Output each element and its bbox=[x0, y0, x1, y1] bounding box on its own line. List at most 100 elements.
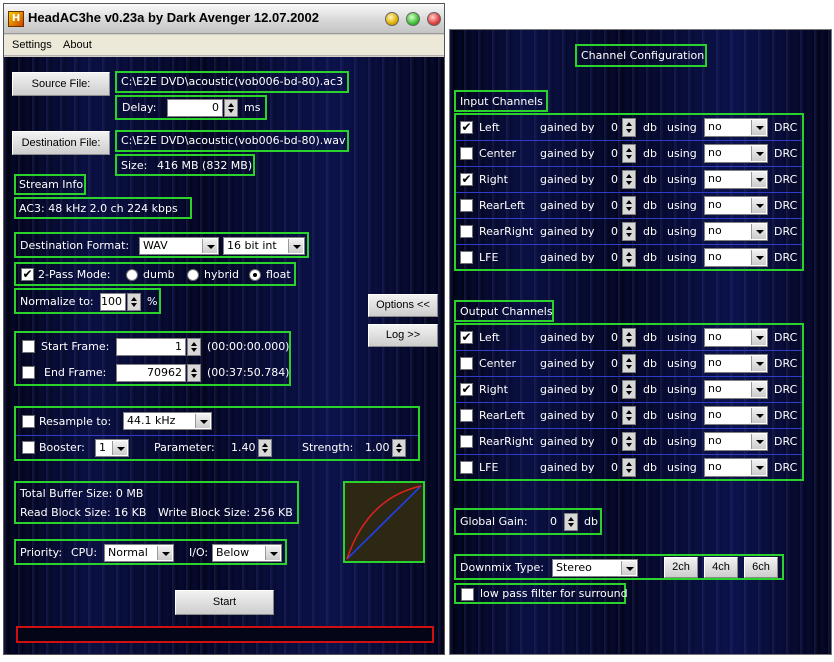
channel-using-select[interactable]: no bbox=[704, 222, 768, 241]
end-frame-input[interactable]: 70962 bbox=[116, 364, 186, 382]
channel-using-select[interactable]: no bbox=[704, 196, 768, 215]
source-file-button[interactable]: Source File: bbox=[12, 72, 110, 96]
channel-using-select[interactable]: no bbox=[704, 118, 768, 137]
channel-checkbox[interactable] bbox=[460, 199, 473, 212]
chevron-down-icon[interactable] bbox=[751, 120, 766, 135]
start-button[interactable]: Start bbox=[175, 590, 274, 615]
start-frame-checkbox[interactable] bbox=[22, 340, 35, 353]
cpu-priority-select[interactable]: Normal bbox=[104, 544, 174, 562]
channel-using-select[interactable]: no bbox=[704, 144, 768, 163]
chevron-down-icon[interactable] bbox=[265, 546, 280, 560]
channel-checkbox[interactable]: ✔ bbox=[460, 121, 473, 134]
channel-gain-spinner[interactable] bbox=[622, 222, 636, 241]
normalize-input[interactable]: 100 bbox=[100, 293, 126, 311]
chevron-down-icon[interactable] bbox=[751, 330, 766, 345]
chevron-down-icon[interactable] bbox=[751, 250, 766, 265]
end-frame-checkbox[interactable] bbox=[22, 366, 35, 379]
chevron-down-icon[interactable] bbox=[751, 356, 766, 371]
minimize-button[interactable] bbox=[385, 12, 399, 26]
resample-checkbox[interactable] bbox=[22, 415, 35, 428]
delay-spinner[interactable] bbox=[224, 99, 238, 117]
db-label: db bbox=[643, 121, 657, 134]
downmix-2ch-button[interactable]: 2ch bbox=[664, 557, 698, 578]
close-button[interactable] bbox=[427, 12, 441, 26]
progress-bar bbox=[16, 626, 434, 643]
hybrid-radio[interactable] bbox=[187, 269, 199, 281]
end-frame-spinner[interactable] bbox=[187, 364, 201, 382]
chevron-down-icon[interactable] bbox=[202, 239, 217, 253]
channel-gain-spinner[interactable] bbox=[622, 170, 636, 189]
channel-checkbox[interactable] bbox=[460, 225, 473, 238]
global-gain-spinner[interactable] bbox=[564, 513, 578, 531]
channel-using-select[interactable]: no bbox=[704, 170, 768, 189]
start-frame-spinner[interactable] bbox=[187, 338, 201, 356]
channel-checkbox[interactable] bbox=[460, 409, 473, 422]
chevron-down-icon[interactable] bbox=[751, 224, 766, 239]
channel-gain-spinner[interactable] bbox=[622, 144, 636, 163]
channel-gain-spinner[interactable] bbox=[622, 380, 636, 399]
chevron-down-icon[interactable] bbox=[751, 198, 766, 213]
chevron-down-icon[interactable] bbox=[621, 561, 636, 575]
log-button[interactable]: Log >> bbox=[368, 324, 438, 347]
bits-select[interactable]: 16 bit int bbox=[223, 237, 305, 255]
lowpass-checkbox[interactable] bbox=[461, 588, 474, 601]
chevron-down-icon[interactable] bbox=[195, 414, 210, 428]
maximize-button[interactable] bbox=[406, 12, 420, 26]
channel-using-select[interactable]: no bbox=[704, 354, 768, 373]
dumb-radio[interactable] bbox=[126, 269, 138, 281]
io-priority-select[interactable]: Below bbox=[212, 544, 282, 562]
chevron-down-icon[interactable] bbox=[751, 408, 766, 423]
channel-checkbox[interactable]: ✔ bbox=[460, 331, 473, 344]
channel-checkbox[interactable] bbox=[460, 435, 473, 448]
chevron-down-icon[interactable] bbox=[751, 434, 766, 449]
channel-checkbox[interactable]: ✔ bbox=[460, 383, 473, 396]
menu-about[interactable]: About bbox=[63, 39, 92, 51]
channel-using-select[interactable]: no bbox=[704, 328, 768, 347]
normalize-spinner[interactable] bbox=[127, 293, 141, 311]
options-button[interactable]: Options << bbox=[368, 294, 438, 317]
booster-checkbox[interactable] bbox=[22, 441, 35, 454]
chevron-down-icon[interactable] bbox=[751, 146, 766, 161]
output-channel-row: LFE gained by 0 db using no DRC bbox=[456, 455, 802, 481]
channel-checkbox[interactable]: ✔ bbox=[460, 173, 473, 186]
downmix-select[interactable]: Stereo bbox=[552, 559, 638, 577]
channel-using-select[interactable]: no bbox=[704, 458, 768, 477]
chevron-down-icon[interactable] bbox=[751, 172, 766, 187]
channel-gain-spinner[interactable] bbox=[622, 248, 636, 267]
downmix-4ch-button[interactable]: 4ch bbox=[704, 557, 738, 578]
channel-checkbox[interactable] bbox=[460, 251, 473, 264]
channel-checkbox[interactable] bbox=[460, 461, 473, 474]
delay-input[interactable]: 0 bbox=[167, 99, 223, 117]
menu-settings[interactable]: Settings bbox=[12, 39, 52, 51]
channel-using-select[interactable]: no bbox=[704, 432, 768, 451]
channel-using-select[interactable]: no bbox=[704, 248, 768, 267]
chevron-down-icon[interactable] bbox=[288, 239, 303, 253]
channel-checkbox[interactable] bbox=[460, 357, 473, 370]
source-path-box: C:\E2E DVD\acoustic(vob006-bd-80).ac3 bbox=[115, 71, 349, 93]
downmix-6ch-button[interactable]: 6ch bbox=[744, 557, 778, 578]
channel-gain-spinner[interactable] bbox=[622, 118, 636, 137]
channel-gain-spinner[interactable] bbox=[622, 432, 636, 451]
chevron-down-icon[interactable] bbox=[751, 460, 766, 475]
channel-using-select[interactable]: no bbox=[704, 406, 768, 425]
format-select[interactable]: WAV bbox=[139, 237, 219, 255]
strength-spinner[interactable] bbox=[392, 439, 406, 457]
destination-file-button[interactable]: Destination File: bbox=[12, 131, 110, 155]
channel-using-select[interactable]: no bbox=[704, 380, 768, 399]
channel-gain-spinner[interactable] bbox=[622, 328, 636, 347]
titlebar[interactable]: H HeadAC3he v0.23a by Dark Avenger 12.07… bbox=[4, 4, 444, 34]
start-frame-input[interactable]: 1 bbox=[116, 338, 186, 356]
chevron-down-icon[interactable] bbox=[157, 546, 172, 560]
float-radio[interactable] bbox=[249, 269, 261, 281]
channel-gain-spinner[interactable] bbox=[622, 196, 636, 215]
channel-gain-spinner[interactable] bbox=[622, 458, 636, 477]
resample-select[interactable]: 44.1 kHz bbox=[123, 412, 212, 430]
parameter-spinner[interactable] bbox=[258, 439, 272, 457]
chevron-down-icon[interactable] bbox=[751, 382, 766, 397]
two-pass-checkbox[interactable]: ✔ bbox=[21, 268, 34, 281]
channel-checkbox[interactable] bbox=[460, 147, 473, 160]
channel-gain-spinner[interactable] bbox=[622, 406, 636, 425]
booster-select[interactable]: 1 bbox=[95, 439, 129, 457]
channel-gain-spinner[interactable] bbox=[622, 354, 636, 373]
chevron-down-icon[interactable] bbox=[112, 441, 127, 455]
